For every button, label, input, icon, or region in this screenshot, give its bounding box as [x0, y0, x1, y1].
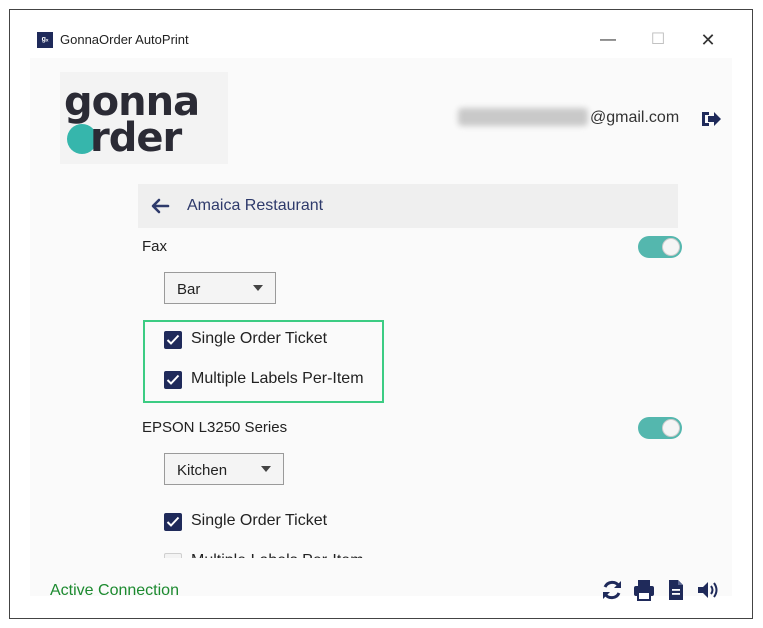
restaurant-name: Amaica Restaurant	[187, 197, 324, 214]
checkbox-label: Single Order Ticket	[191, 512, 328, 529]
refresh-icon[interactable]	[600, 578, 624, 602]
window-title: GonnaOrder AutoPrint	[60, 32, 189, 47]
printer-enabled-toggle[interactable]	[638, 417, 682, 439]
main-content: gonna rder @gmail.com Amaica Restaurant …	[30, 58, 732, 601]
restaurant-header: Amaica Restaurant	[138, 184, 678, 228]
maximize-button[interactable]: ☐	[646, 28, 670, 52]
minimize-button[interactable]: —	[596, 28, 620, 52]
chevron-down-icon	[261, 466, 271, 472]
app-window: gₓ GonnaOrder AutoPrint — ☐ ✕ gonna rder…	[9, 9, 753, 619]
logout-icon[interactable]	[700, 109, 722, 129]
logo-text-rder: rder	[90, 115, 182, 161]
printer-enabled-toggle[interactable]	[638, 236, 682, 258]
toggle-knob	[662, 238, 680, 256]
scroll-clip	[30, 558, 732, 572]
printer-name: EPSON L3250 Series	[142, 419, 288, 436]
back-arrow-icon[interactable]	[150, 196, 170, 216]
chevron-down-icon	[253, 285, 263, 291]
checkbox-label: Multiple Labels Per-Item	[191, 370, 364, 387]
toggle-knob	[662, 419, 680, 437]
select-value: Kitchen	[177, 462, 228, 479]
printer-name: Fax	[142, 238, 168, 255]
printer-category-select[interactable]: Kitchen	[164, 453, 284, 485]
connection-status: Active Connection	[50, 582, 179, 599]
email-redacted	[458, 108, 588, 126]
document-icon[interactable]	[664, 578, 688, 602]
checkbox-label: Single Order Ticket	[191, 330, 328, 347]
printer-category-select[interactable]: Bar	[164, 272, 276, 304]
gonnaorder-logo: gonna rder	[60, 72, 228, 164]
close-button[interactable]: ✕	[696, 28, 720, 52]
checkbox-checked[interactable]	[164, 513, 182, 531]
select-value: Bar	[177, 281, 201, 298]
volume-icon[interactable]	[696, 578, 720, 602]
app-icon: gₓ	[37, 32, 53, 48]
printer-icon[interactable]	[632, 578, 656, 602]
checkbox-checked[interactable]	[164, 331, 182, 349]
checkbox-checked[interactable]	[164, 371, 182, 389]
account-email: @gmail.com	[590, 109, 680, 126]
title-bar[interactable]: gₓ GonnaOrder AutoPrint — ☐ ✕	[10, 10, 752, 60]
